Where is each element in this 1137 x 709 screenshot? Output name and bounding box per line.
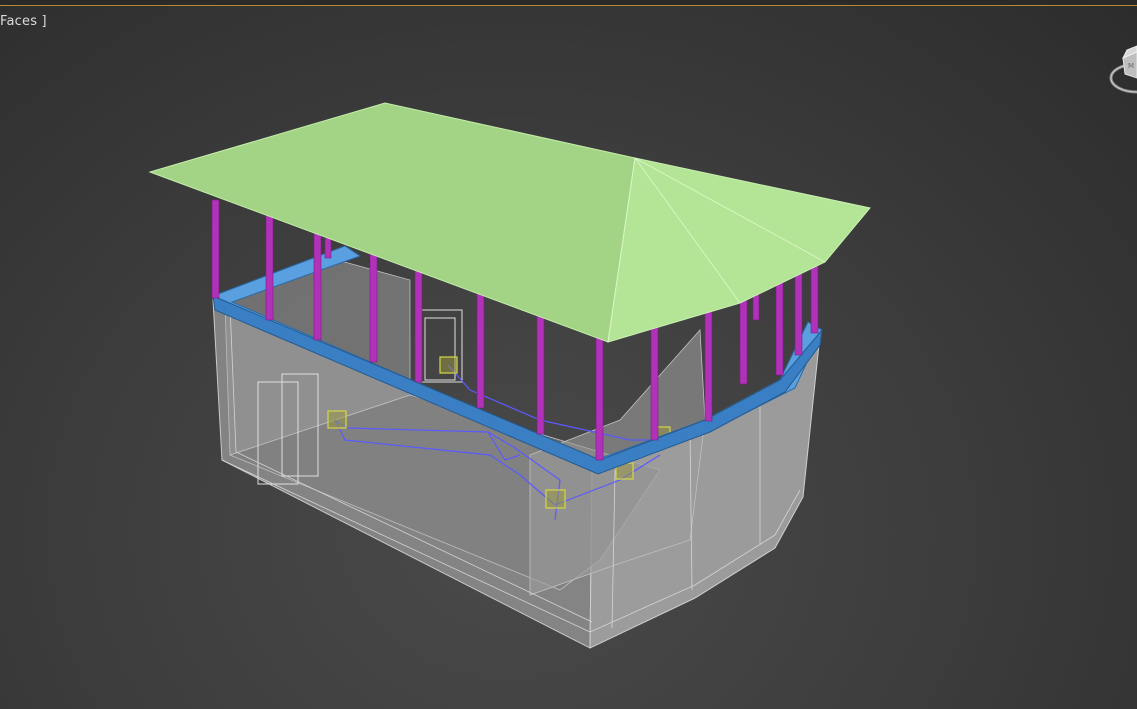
column[interactable]	[476, 289, 485, 409]
column[interactable]	[211, 199, 220, 299]
column[interactable]	[369, 249, 378, 363]
column[interactable]	[324, 237, 332, 259]
column[interactable]	[794, 264, 803, 356]
column[interactable]	[650, 317, 659, 441]
column[interactable]	[810, 257, 819, 334]
scene-3d-model[interactable]	[0, 0, 1137, 709]
perspective-viewport[interactable]: Faces ] M	[0, 0, 1137, 709]
column[interactable]	[414, 269, 423, 383]
column[interactable]	[265, 214, 274, 321]
column[interactable]	[536, 311, 545, 435]
column[interactable]	[739, 291, 748, 385]
building-walls[interactable]	[212, 257, 821, 649]
column[interactable]	[313, 231, 322, 341]
column[interactable]	[704, 302, 713, 422]
svg-text:M: M	[1128, 62, 1134, 70]
helper-box[interactable]	[545, 489, 566, 509]
column[interactable]	[595, 334, 604, 461]
helper-box[interactable]	[327, 410, 347, 429]
helper-box[interactable]	[439, 356, 458, 374]
viewcube-icon[interactable]: M	[1103, 38, 1137, 100]
roof-hip-plane[interactable]	[607, 157, 871, 343]
column[interactable]	[775, 274, 784, 376]
